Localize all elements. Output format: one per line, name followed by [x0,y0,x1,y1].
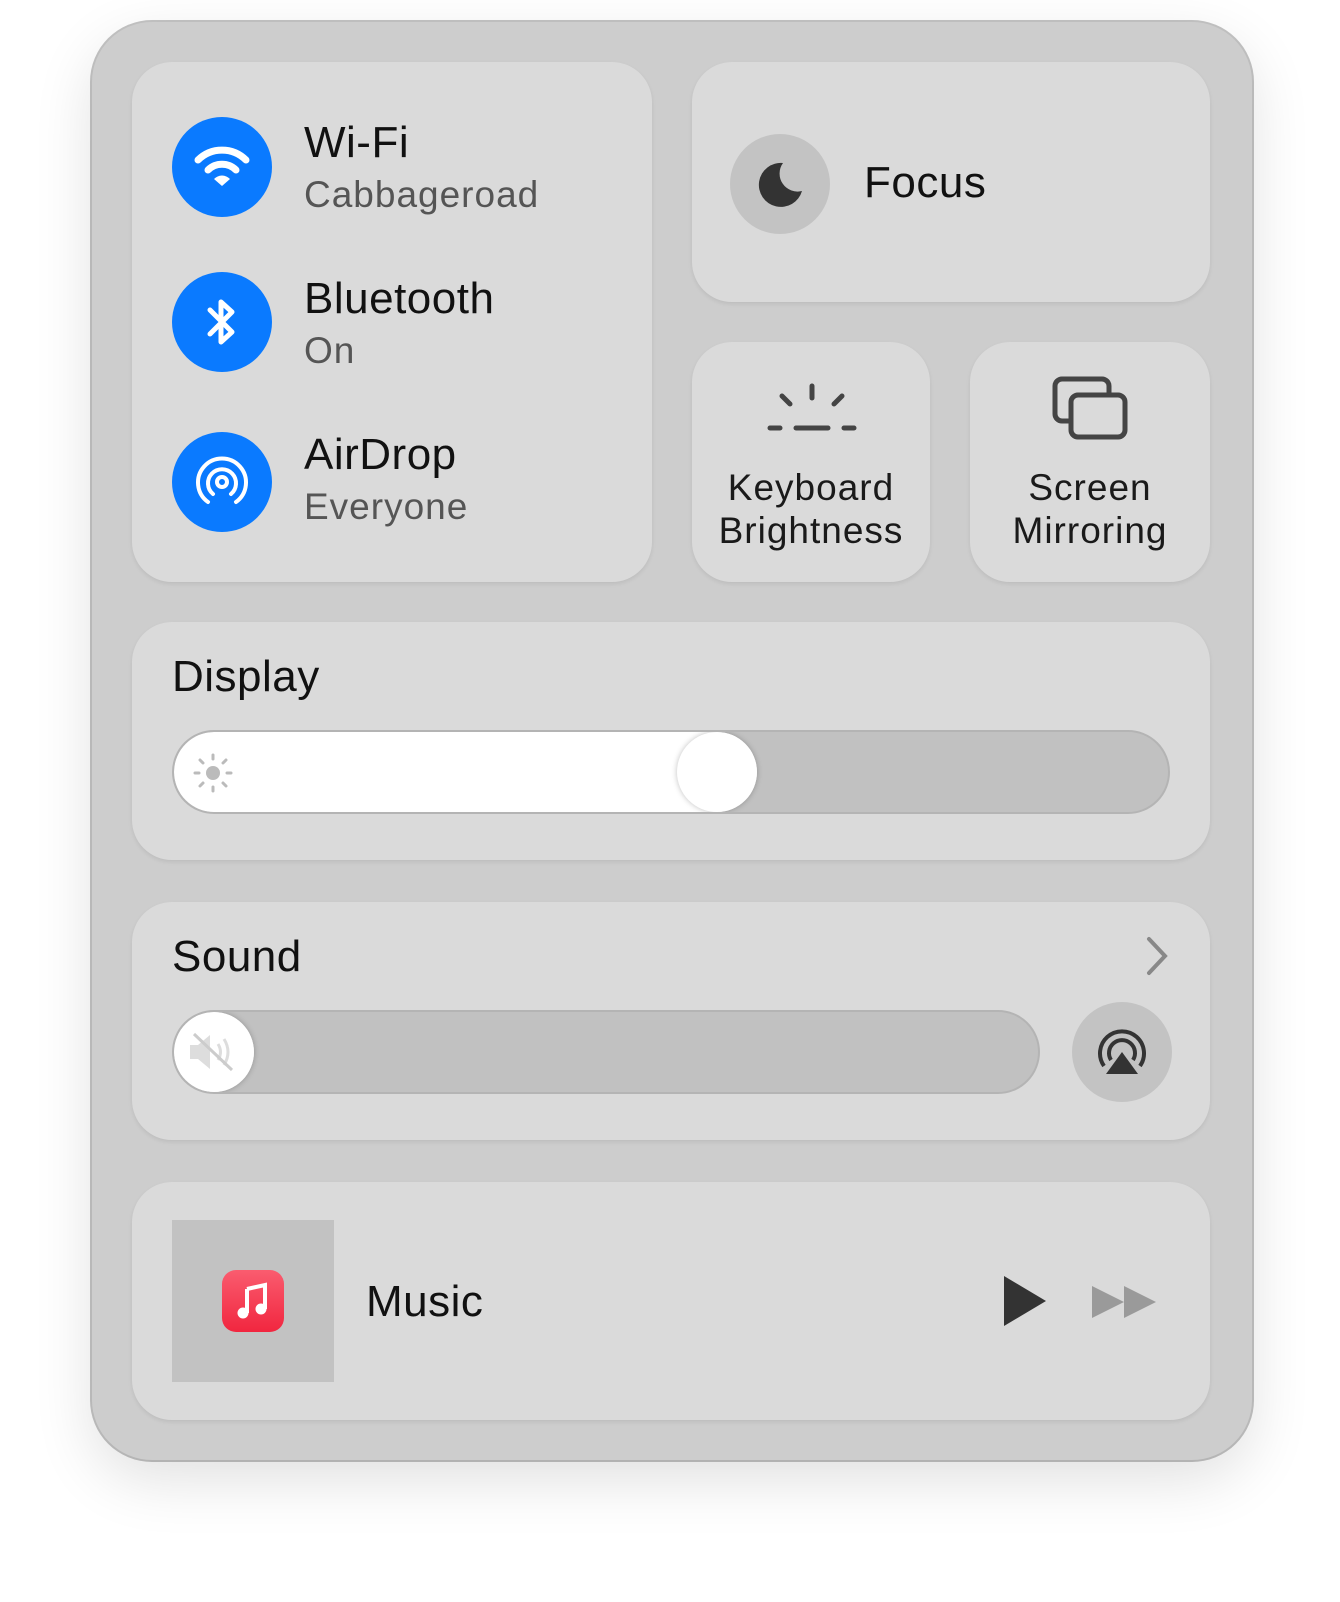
keyboard-brightness-tile[interactable]: Keyboard Brightness [692,342,930,582]
album-art [172,1220,334,1382]
connectivity-tile: Wi-Fi Cabbageroad Bluetooth On AirDrop E… [132,62,652,582]
wifi-icon [194,146,250,186]
airplay-audio-icon [1098,1029,1146,1074]
focus-icon-circle [730,134,830,234]
bluetooth-toggle[interactable] [172,272,272,372]
airplay-audio-button[interactable] [1072,1002,1172,1102]
bluetooth-status: On [304,330,356,371]
music-title: Music [366,1277,484,1326]
display-tile: Display [132,622,1210,860]
volume-knob[interactable] [174,1012,254,1092]
bluetooth-icon [207,299,235,345]
bluetooth-title: Bluetooth [304,274,495,323]
airdrop-title: AirDrop [304,430,457,479]
keyboard-brightness-icon [767,383,857,431]
moon-icon [758,162,802,207]
airdrop-status: Everyone [304,486,469,527]
airdrop-icon [196,456,248,504]
screen-mirroring-label-2: Mirroring [1012,510,1168,551]
play-icon[interactable] [1002,1274,1048,1328]
keyboard-brightness-label-2: Brightness [718,510,904,551]
screen-mirroring-tile[interactable]: Screen Mirroring [970,342,1210,582]
brightness-knob[interactable] [676,732,757,812]
wifi-toggle[interactable] [172,117,272,217]
music-app-icon [222,1270,284,1332]
keyboard-brightness-label-1: Keyboard [727,467,895,508]
screen-mirroring-icon [1052,376,1128,440]
speaker-muted-icon [190,1032,234,1072]
chevron-right-icon[interactable] [1144,936,1170,976]
focus-label: Focus [864,158,987,207]
wifi-network: Cabbageroad [304,174,540,215]
sound-tile: Sound [132,902,1210,1140]
brightness-slider[interactable] [172,730,1170,814]
sound-title: Sound [172,932,302,981]
brightness-fill [174,732,757,812]
sun-icon [193,753,233,793]
volume-slider[interactable] [172,1010,1040,1094]
display-title: Display [172,652,320,701]
wifi-title: Wi-Fi [304,118,410,167]
airdrop-toggle[interactable] [172,432,272,532]
focus-tile[interactable]: Focus [692,62,1210,302]
now-playing-tile: Music [132,1182,1210,1420]
screen-mirroring-label-1: Screen [1028,467,1152,508]
fast-forward-icon[interactable] [1090,1284,1158,1320]
